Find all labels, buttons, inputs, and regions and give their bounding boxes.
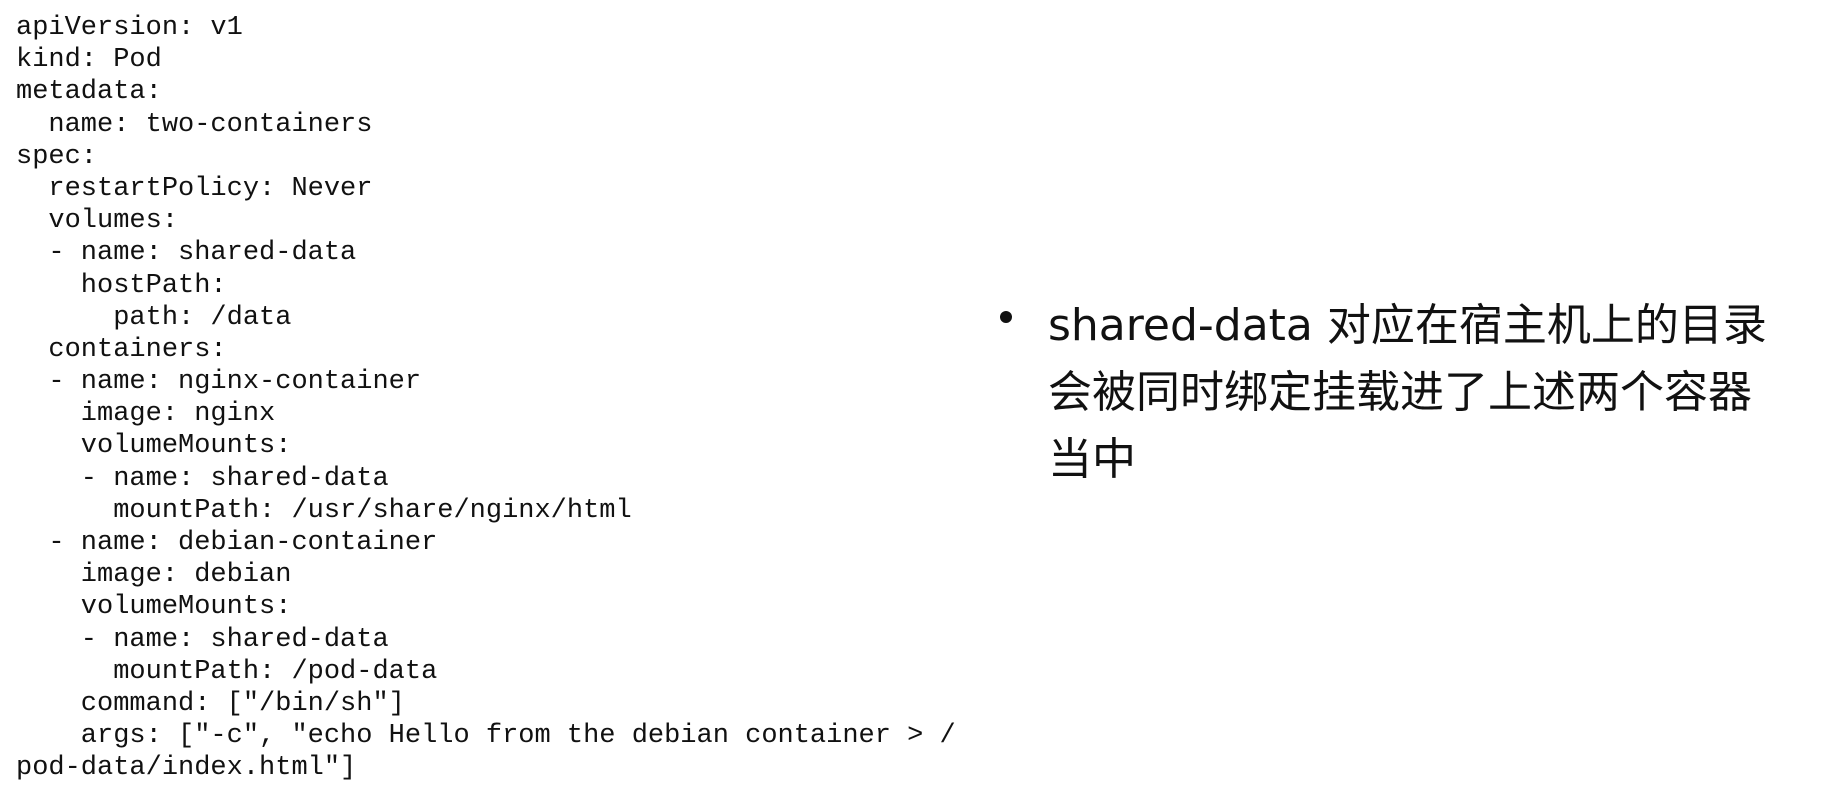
bullet-icon [1000,311,1012,323]
code-line: command: ["/bin/sh"] [16,688,405,719]
bullet-item: shared-data 对应在宿主机上的目录 会被同时绑定挂载进了上述两个容器 … [1000,292,1826,493]
code-line: spec: [16,141,98,172]
code-line: - name: shared-data [16,463,389,494]
code-line: - name: debian-container [16,528,438,558]
code-line: volumeMounts: [16,592,292,623]
code-line: - name: shared-data [16,624,389,655]
code-line: mountPath: /usr/share/nginx/html [16,495,632,526]
code-line: args: ["-c", "echo Hello from the debian… [16,721,956,752]
bullet-text-line: 会被同时绑定挂载进了上述两个容器 [1048,367,1752,418]
code-line: hostPath: [16,270,227,301]
code-line: volumes: [16,206,179,237]
yaml-code-block: apiVersion: v1 kind: Pod metadata: name: t… [16,12,956,785]
code-line: volumeMounts: [16,431,292,462]
bullet-text-line: 当中 [1048,434,1136,485]
code-line: image: debian [16,560,292,591]
code-line: name: two-containers [16,109,373,140]
bullet-list: shared-data 对应在宿主机上的目录 会被同时绑定挂载进了上述两个容器 … [1000,292,1826,493]
code-line: - name: nginx-container [16,367,422,398]
code-line: - name: shared-data [16,238,357,269]
code-line: kind: Pod [16,45,162,76]
code-line: path: /data [16,302,292,333]
bullet-text-line: shared-data 对应在宿主机上的目录 [1048,300,1767,351]
code-line: apiVersion: v1 [16,13,243,43]
code-line: metadata: [16,77,162,108]
code-line: restartPolicy: Never [16,173,373,204]
code-line: containers: [16,334,227,365]
code-line: image: nginx [16,399,276,430]
code-line: pod-data/index.html"] [16,753,357,784]
code-line: mountPath: /pod-data [16,656,438,687]
